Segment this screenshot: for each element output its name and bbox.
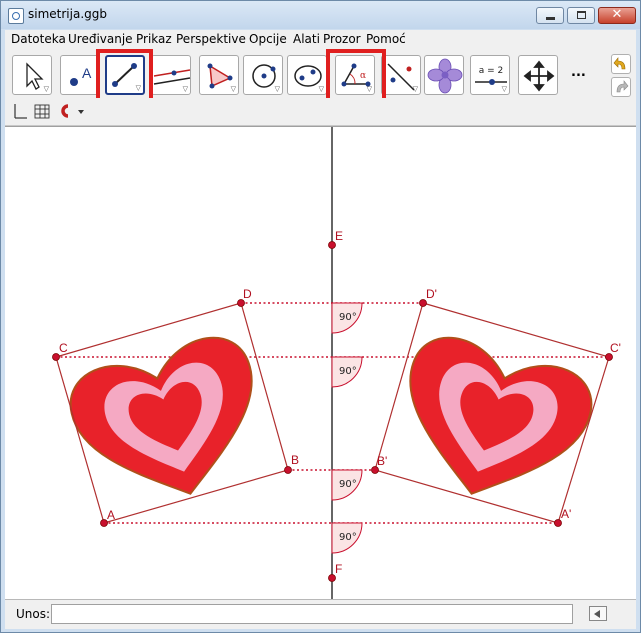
style-bar — [5, 98, 636, 126]
angle-labels: 90° 90° 90° 90° — [339, 312, 357, 543]
conic-tool[interactable]: ▽ — [287, 55, 327, 95]
point-label: B' — [377, 454, 387, 468]
point-label: A' — [561, 507, 571, 521]
point-A-icon: A — [70, 65, 92, 86]
angle-label: 90° — [339, 532, 357, 543]
move-tool[interactable]: ▽ — [12, 55, 52, 95]
input-help-button[interactable] — [589, 606, 607, 621]
point-tool[interactable]: A — [60, 55, 100, 95]
move-graphics-tool[interactable] — [518, 55, 558, 95]
window-title: simetrija.ggb — [28, 7, 107, 21]
close-button[interactable]: ✕ — [598, 7, 636, 24]
angle-markers — [331, 302, 363, 554]
angle-label: 90° — [339, 366, 357, 377]
point-B[interactable] — [284, 466, 292, 474]
close-icon: ✕ — [611, 7, 623, 22]
point-label: D — [243, 287, 252, 301]
point-label: C' — [610, 341, 621, 355]
svg-text:A: A — [82, 65, 92, 81]
magnet-icon[interactable] — [61, 104, 69, 118]
menu-prozor[interactable]: Prozor — [323, 32, 361, 46]
menu-datoteka[interactable]: Datoteka — [11, 32, 66, 46]
axes-icon[interactable] — [14, 104, 27, 119]
circle-tool[interactable]: ▽ — [243, 55, 283, 95]
minimize-button[interactable] — [536, 7, 564, 24]
menu-bar: Datoteka Uređivanje Prikaz Perspektive O… — [5, 30, 636, 48]
point-label: F — [335, 562, 342, 576]
application-window: simetrija.ggb ✕ Datoteka Uređivanje Prik… — [0, 0, 641, 633]
menu-pomoc[interactable]: Pomoć — [366, 32, 406, 46]
more-tools-button[interactable]: ... — [571, 65, 586, 80]
redo-button[interactable] — [611, 77, 631, 97]
maximize-button[interactable] — [567, 7, 595, 24]
flower-image-icon — [427, 58, 463, 94]
point-label: C — [59, 341, 68, 355]
menu-perspektive[interactable]: Perspektive — [176, 32, 246, 46]
polygon-tool[interactable]: ▽ — [199, 55, 239, 95]
geogebra-app-icon — [8, 8, 24, 24]
menu-alati[interactable]: Alati — [293, 32, 320, 46]
menu-uredjivanje[interactable]: Uređivanje — [68, 32, 133, 46]
dropdown-arrow-icon[interactable] — [78, 110, 84, 114]
point-label: E — [335, 229, 343, 243]
minimize-icon — [546, 17, 555, 20]
point-label: B — [291, 453, 299, 467]
undo-icon — [613, 57, 626, 70]
redo-icon — [616, 80, 629, 93]
reflect-tool[interactable]: ▽ — [381, 55, 421, 95]
undo-button[interactable] — [611, 54, 631, 74]
angle-label: 90° — [339, 312, 357, 323]
image-tool[interactable] — [424, 55, 464, 95]
move-arrows-icon — [523, 60, 555, 92]
highlight-frame-segment — [96, 49, 153, 104]
title-bar: simetrija.ggb ✕ — [1, 1, 640, 29]
style-bar-icons — [14, 104, 84, 119]
menu-opcije[interactable]: Opcije — [249, 32, 287, 46]
perpendicular-line-tool[interactable]: ▽ — [151, 55, 191, 95]
menu-prikaz[interactable]: Prikaz — [136, 32, 172, 46]
grid-icon[interactable] — [34, 104, 50, 119]
geometry-drawing[interactable]: 90° 90° 90° 90° A B C D A' B' C' D' E F — [5, 127, 636, 600]
point-label: A — [107, 508, 115, 522]
svg-text:a = 2: a = 2 — [479, 66, 504, 76]
point-label: D' — [426, 287, 437, 301]
highlight-frame-angle — [326, 49, 386, 104]
input-label: Unos: — [16, 607, 51, 621]
maximize-icon — [577, 11, 586, 19]
input-field[interactable] — [51, 604, 573, 624]
graphics-view[interactable]: 90° 90° 90° 90° A B C D A' B' C' D' E F — [5, 126, 636, 600]
angle-label: 90° — [339, 479, 357, 490]
input-bar: Unos: — [5, 599, 636, 629]
slider-tool[interactable]: a = 2 ▽ — [470, 55, 510, 95]
